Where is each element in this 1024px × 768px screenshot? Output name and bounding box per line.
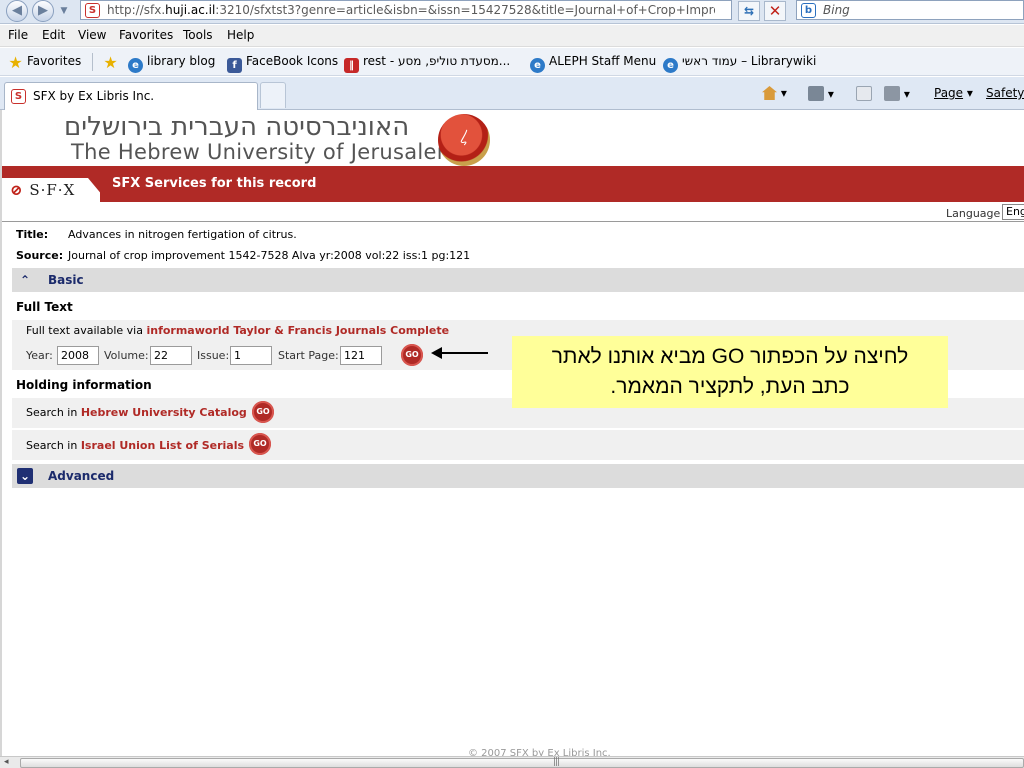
holding-heading: Holding information bbox=[16, 378, 152, 392]
university-seal-icon: 𐤋 bbox=[438, 114, 490, 166]
sfx-favicon-icon: S bbox=[85, 3, 100, 18]
tab-sfx[interactable]: S SFX by Ex Libris Inc. bbox=[4, 82, 258, 110]
tab-title: SFX by Ex Libris Inc. bbox=[33, 89, 155, 103]
menu-edit[interactable]: Edit bbox=[42, 28, 65, 42]
title-value: Advances in nitrogen fertigation of citr… bbox=[68, 228, 297, 241]
arrow-line bbox=[440, 352, 488, 354]
basic-section-title: Basic bbox=[48, 273, 84, 287]
horizontal-scrollbar[interactable]: ◂ ||| bbox=[0, 756, 1024, 768]
tab-bar: S SFX by Ex Libris Inc. ▾ ▾ ▾ Page ▾ Saf… bbox=[0, 77, 1024, 110]
start-page-field[interactable]: 121 bbox=[340, 346, 382, 365]
volume-field[interactable]: 22 bbox=[150, 346, 192, 365]
union-list-link[interactable]: Israel Union List of Serials bbox=[81, 439, 244, 452]
history-dropdown-icon[interactable]: ▼ bbox=[58, 3, 70, 19]
callout-line-2: כתב העת, לתקציר המאמר. bbox=[610, 375, 850, 398]
search-input[interactable]: b Bing bbox=[796, 0, 1024, 20]
ie-icon: e bbox=[128, 58, 143, 73]
scrollbar-thumb[interactable]: ||| bbox=[20, 757, 1024, 768]
bing-icon: b bbox=[801, 3, 816, 18]
university-name-english: The Hebrew University of Jerusalem bbox=[71, 140, 458, 164]
volume-label: Volume: bbox=[104, 349, 149, 362]
menu-favorites[interactable]: Favorites bbox=[119, 28, 173, 42]
mail-icon[interactable] bbox=[856, 86, 872, 101]
back-button[interactable]: ◀ bbox=[6, 0, 28, 22]
stop-icon[interactable]: ✕ bbox=[764, 1, 786, 21]
star-icon: ★ bbox=[8, 53, 23, 72]
source-row: Source: Journal of crop improvement 1542-… bbox=[16, 249, 470, 262]
favorites-separator bbox=[92, 53, 93, 71]
header-divider bbox=[0, 202, 1024, 222]
issue-field[interactable]: 1 bbox=[230, 346, 272, 365]
language-select[interactable]: English bbox=[1002, 204, 1024, 220]
issue-label: Issue: bbox=[197, 349, 230, 362]
favorites-bar: ★ Favorites ★ e library blog f FaceBook Ico… bbox=[0, 48, 1024, 76]
ie-icon: e bbox=[663, 58, 678, 73]
menu-view[interactable]: View bbox=[78, 28, 106, 42]
favorites-button[interactable]: ★ Favorites bbox=[8, 54, 81, 71]
basic-section-header[interactable]: ⌃ Basic bbox=[12, 268, 1024, 292]
title-row: Title: Advances in nitrogen fertigation o… bbox=[16, 228, 297, 241]
scroll-left-icon[interactable]: ◂ bbox=[4, 757, 9, 767]
language-label: Language bbox=[946, 207, 1001, 220]
menu-file[interactable]: File bbox=[8, 28, 28, 42]
favorite-rest[interactable]: ‖ rest - מסעדת טוליפ, מסע... bbox=[344, 54, 510, 73]
ie-icon: e bbox=[530, 58, 545, 73]
url-field[interactable]: S http://sfx.huji.ac.il:3210/sfxtst3?gen… bbox=[80, 0, 805, 20]
go-button-catalog[interactable]: GO bbox=[252, 401, 274, 423]
url-text: http://sfx.huji.ac.il:3210/sfxtst3?genre… bbox=[107, 3, 715, 17]
union-list-line: Search in Israel Union List of Serials bbox=[26, 439, 245, 452]
sfx-favicon-icon: S bbox=[11, 89, 26, 104]
favorite-library-blog[interactable]: e library blog bbox=[128, 54, 215, 73]
rest-icon: ‖ bbox=[344, 58, 359, 73]
forward-button[interactable]: ▶ bbox=[32, 0, 54, 22]
menu-tools[interactable]: Tools bbox=[183, 28, 213, 42]
collapse-icon[interactable]: ⌃ bbox=[17, 272, 33, 288]
full-text-heading: Full Text bbox=[16, 300, 73, 314]
feeds-icon[interactable]: ▾ bbox=[808, 86, 834, 101]
source-value: Journal of crop improvement 1542-7528 Al… bbox=[68, 249, 471, 262]
search-placeholder: Bing bbox=[823, 3, 850, 17]
page-menu[interactable]: Page ▾ bbox=[934, 86, 973, 100]
year-label: Year: bbox=[26, 349, 53, 362]
menu-help[interactable]: Help bbox=[227, 28, 254, 42]
go-button-union-list[interactable]: GO bbox=[249, 433, 271, 455]
callout-line-1: לחיצה על הכפתור GO מביא אותנו לאתר bbox=[551, 345, 909, 368]
annotation-callout: לחיצה על הכפתור GO מביא אותנו לאתר כתב ה… bbox=[512, 336, 948, 408]
new-tab-button[interactable] bbox=[260, 82, 286, 108]
university-name-hebrew: האוניברסיטה העברית בירושלים bbox=[64, 112, 410, 142]
favorite-facebook-icons[interactable]: f FaceBook Icons bbox=[227, 54, 338, 73]
print-icon[interactable]: ▾ bbox=[884, 86, 910, 101]
full-text-source-link[interactable]: informaworld Taylor & Francis Journals C… bbox=[146, 324, 449, 337]
year-field[interactable]: 2008 bbox=[57, 346, 99, 365]
catalog-link[interactable]: Hebrew University Catalog bbox=[81, 406, 247, 419]
go-button-full-text[interactable]: GO bbox=[401, 344, 423, 366]
page-content: האוניברסיטה העברית בירושלים The Hebrew U… bbox=[0, 110, 1024, 759]
facebook-icon: f bbox=[227, 58, 242, 73]
start-page-label: Start Page: bbox=[278, 349, 339, 362]
sfx-logo: ⊘ S·F·X bbox=[0, 166, 112, 202]
add-favorite-icon[interactable]: ★ bbox=[103, 54, 122, 71]
sfx-services-title: SFX Services for this record bbox=[112, 176, 317, 191]
advanced-section-header[interactable]: ⌄ Advanced bbox=[12, 464, 1024, 488]
catalog-line: Search in Hebrew University Catalog bbox=[26, 406, 247, 419]
address-bar: ◀ ▶ ▼ S http://sfx.huji.ac.il:3210/sfxts… bbox=[0, 0, 1024, 24]
source-label: Source: bbox=[16, 249, 64, 262]
menu-bar: File Edit View Favorites Tools Help bbox=[0, 25, 1024, 47]
title-label: Title: bbox=[16, 228, 49, 241]
favorite-aleph-staff-menu[interactable]: e ALEPH Staff Menu bbox=[530, 54, 656, 73]
home-icon[interactable]: ▾ bbox=[762, 86, 787, 100]
favorite-librarywiki[interactable]: e עמוד ראשי – Librarywiki bbox=[663, 54, 816, 73]
expand-icon[interactable]: ⌄ bbox=[17, 468, 33, 484]
advanced-section-title: Advanced bbox=[48, 469, 115, 483]
page-left-edge bbox=[0, 110, 2, 756]
full-text-line: Full text available via informaworld Tay… bbox=[26, 324, 450, 337]
refresh-icon[interactable]: ⇆ bbox=[738, 1, 760, 21]
safety-menu[interactable]: Safety bbox=[986, 86, 1024, 100]
